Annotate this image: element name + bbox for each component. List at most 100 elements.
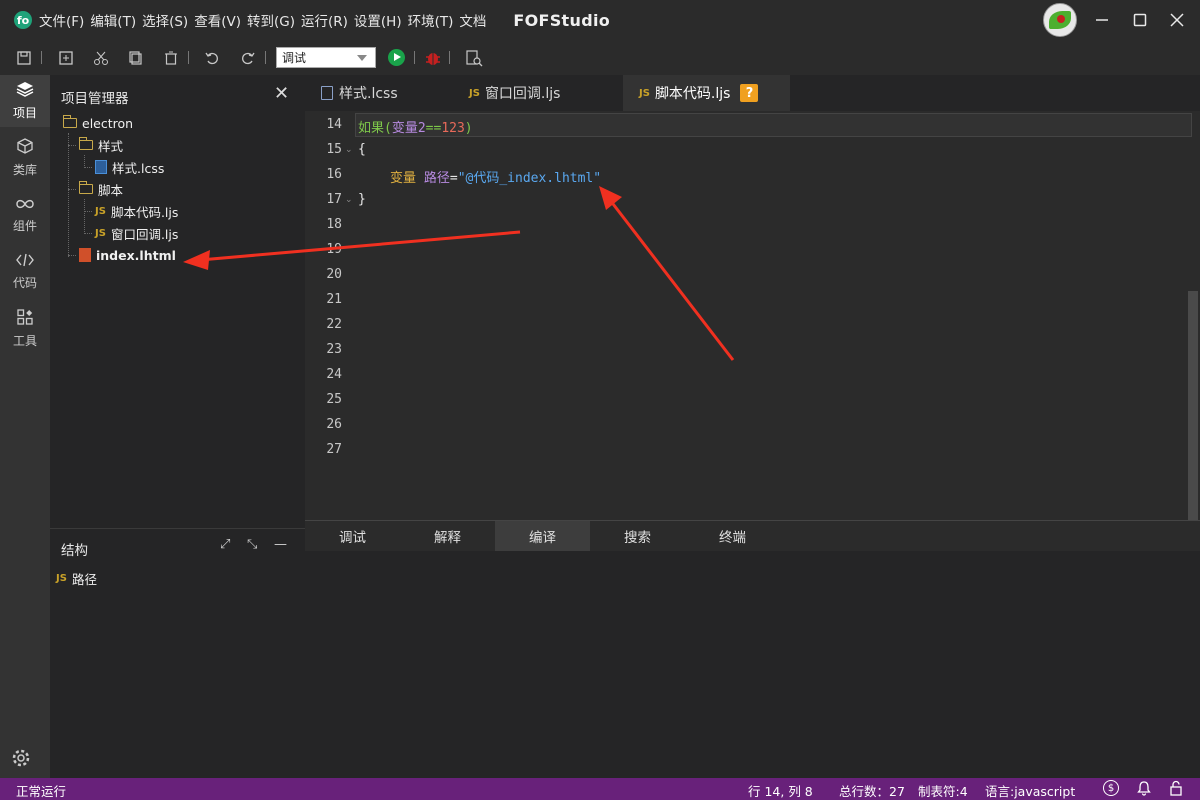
run-mode-select[interactable]: 调试 [276,47,376,68]
activity-tools[interactable]: 工具 [0,303,50,355]
tab-interpret[interactable]: 解释 [400,521,495,551]
menu-goto[interactable]: 转到(G) [244,10,298,30]
menu-environment[interactable]: 环境(T) [405,10,457,30]
code-string: "@代码_index.lhtml" [457,171,602,186]
tree-folder-script[interactable]: 脚本 [79,178,123,200]
run-icon[interactable] [388,49,405,66]
close-icon[interactable] [1165,8,1189,32]
dollar-icon[interactable]: $ [1103,780,1119,796]
activity-library[interactable]: 类库 [0,132,50,184]
tools-icon [17,309,33,329]
js-file-icon: JS [639,87,650,99]
fold-chevron-icon[interactable]: ⌄ [345,195,353,205]
bottom-panel-content [305,551,1200,778]
code-icon [16,253,34,271]
structure-item[interactable]: JS 路径 [56,569,97,588]
line-number: 14 [326,117,342,132]
tree-file-index[interactable]: index.lhtml [79,244,176,266]
tab-window-callback[interactable]: JS 窗口回调.ljs [453,75,623,111]
menu-view[interactable]: 查看(V) [191,10,244,30]
activity-label: 类库 [12,163,37,177]
language-mode[interactable]: 语言:javascript [985,781,1075,800]
current-line-highlight [355,113,1192,137]
tab-search[interactable]: 搜索 [590,521,685,551]
folder-icon [63,115,77,128]
cut-icon[interactable] [91,48,111,68]
activity-bar: 项目 类库 组件 代码 工具 [0,75,50,778]
editor-tabs: 样式.lcss JS 窗口回调.ljs JS 脚本代码.ljs ? [305,75,1200,111]
code-operator: == [425,121,442,136]
tree-folder-style[interactable]: 样式 [79,134,123,156]
structure-item-label: 路径 [71,572,97,587]
code-variable: 路径 [423,171,450,186]
new-file-icon[interactable] [56,48,76,68]
collapse-icon[interactable]: ⤡ [247,537,257,552]
tree-file-lcss[interactable]: 样式.lcss [95,156,164,178]
undo-icon[interactable] [202,48,222,68]
expand-icon[interactable]: ⤢ [220,537,230,552]
menu-docs[interactable]: 文档 [456,10,489,30]
close-icon[interactable]: ✕ [274,83,289,104]
search-file-icon[interactable] [464,48,484,68]
maximize-icon[interactable] [1128,8,1152,32]
document-icon [321,86,333,100]
activity-code[interactable]: 代码 [0,246,50,298]
tab-style-lcss[interactable]: 样式.lcss [305,75,453,111]
delete-icon[interactable] [161,48,181,68]
chevron-down-icon [357,55,367,61]
line-number: 25 [326,392,342,407]
run-mode-value: 调试 [282,51,307,65]
tab-label: 脚本代码.ljs [654,86,731,102]
bell-icon[interactable] [1136,780,1152,799]
code-keyword: 如果( [358,121,392,136]
structure-header: 结构 ⤢ ⤡ — [50,528,305,561]
menu-run[interactable]: 运行(R) [298,10,351,30]
debug-bug-icon[interactable] [423,48,443,68]
activity-label: 组件 [12,219,37,233]
save-icon[interactable] [14,48,34,68]
tree-file-script[interactable]: JS 脚本代码.ljs [95,200,178,222]
editor-scrollbar[interactable] [1188,291,1198,520]
code-number: 123 [441,121,465,136]
tree-file-window[interactable]: JS 窗口回调.ljs [95,222,178,244]
leaf-bug-icon [1049,11,1071,29]
tree-label: 脚本代码.ljs [110,204,179,220]
menu-file[interactable]: 文件(F) [36,10,87,30]
menu-edit[interactable]: 编辑(T) [87,10,139,30]
line-number: 26 [326,417,342,432]
cursor-position[interactable]: 行 14, 列 8 [748,781,813,800]
tab-script-code[interactable]: JS 脚本代码.ljs ? [623,75,790,111]
menu-select[interactable]: 选择(S) [139,10,191,30]
tree-label: 脚本 [98,182,124,198]
fold-chevron-icon[interactable]: ⌄ [345,145,353,155]
tab-debug[interactable]: 调试 [305,521,400,551]
code-editor[interactable]: 14 15 16 17 18 19 20 21 22 23 24 25 26 2… [305,111,1200,520]
js-file-icon: JS [469,87,480,99]
tab-size[interactable]: 制表符:4 [918,781,968,800]
title-bar: fo 文件(F) 编辑(T) 选择(S) 查看(V) 转到(G) 运行(R) 设… [0,0,1200,40]
minimize-icon[interactable] [1090,8,1114,32]
activity-label: 项目 [12,106,37,120]
app-title: FOFStudio [513,10,611,30]
tree-label: 样式 [98,138,124,154]
gear-icon[interactable] [10,747,32,769]
activity-components[interactable]: 组件 [0,189,50,241]
layers-icon [16,81,34,101]
html-file-icon [79,248,91,262]
status-running: 正常运行 [16,784,67,799]
tab-label: 窗口回调.ljs [484,86,561,102]
line-number: 16 [326,167,342,182]
unlock-icon[interactable] [1168,780,1184,799]
tree-folder-root[interactable]: electron [63,112,133,134]
menu-settings[interactable]: 设置(H) [351,10,405,30]
redo-icon[interactable] [238,48,258,68]
activity-project[interactable]: 项目 [0,75,50,127]
tab-terminal[interactable]: 终端 [685,521,780,551]
line-number: 15 [326,142,342,157]
avatar[interactable] [1043,3,1077,37]
help-icon[interactable]: ? [740,84,759,102]
code-line-14: 如果(变量2==123) [358,117,473,136]
minimize-panel-icon[interactable]: — [274,537,287,552]
tab-compile[interactable]: 编译 [495,521,590,551]
copy-icon[interactable] [126,48,146,68]
